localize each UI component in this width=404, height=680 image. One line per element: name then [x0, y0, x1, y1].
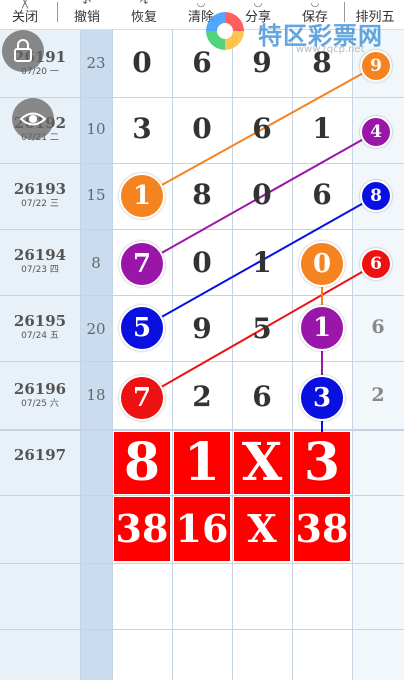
prediction-cell[interactable]: 8: [114, 432, 170, 494]
close-button[interactable]: ╳ 关闭: [2, 0, 48, 30]
digit: 1: [252, 246, 272, 279]
ball-red: 7: [119, 375, 165, 421]
prediction-cell[interactable]: 38: [294, 497, 350, 561]
visibility-button[interactable]: [12, 98, 54, 140]
digit: 0: [132, 46, 152, 79]
digit: 5: [252, 312, 272, 345]
lock-icon: [14, 39, 32, 62]
digit: 8: [192, 178, 212, 211]
ball-red: 6: [360, 248, 392, 280]
digit: 6: [312, 178, 332, 211]
ball-blue: 8: [360, 180, 392, 212]
digit: 3: [132, 112, 152, 145]
prediction-cell[interactable]: 38: [114, 497, 170, 561]
ball-purple: 4: [360, 116, 392, 148]
digit: 6: [252, 112, 272, 145]
ball-blue: 5: [119, 305, 165, 351]
ball-orange: 0: [299, 241, 345, 287]
ball-blue: 3: [299, 375, 345, 421]
prediction-cell[interactable]: 1: [174, 432, 230, 494]
eye-icon: [19, 112, 47, 126]
redo-button[interactable]: ↷ 恢复: [121, 0, 167, 30]
digit: 0: [252, 178, 272, 211]
site-logo-icon: [206, 12, 244, 50]
prediction-cell[interactable]: X: [234, 497, 290, 561]
undo-icon: ↶: [82, 0, 92, 9]
digit: 6: [252, 380, 272, 413]
ball-purple: 1: [299, 305, 345, 351]
digit: 9: [192, 312, 212, 345]
prediction-cell[interactable]: 16: [174, 497, 230, 561]
lock-button[interactable]: [2, 30, 44, 72]
digit: 1: [312, 112, 332, 145]
digit: 0: [192, 246, 212, 279]
trend-chart-grid: 2619107/20 一 2619207/21 二 2619307/22 三 2…: [0, 30, 404, 680]
prediction-cell[interactable]: X: [234, 432, 290, 494]
close-icon: ╳: [21, 0, 29, 9]
fifth-digit: 6: [371, 316, 385, 338]
fifth-digit: 2: [371, 384, 385, 406]
redo-icon: ↷: [139, 0, 149, 9]
digit: 2: [192, 380, 212, 413]
watermark-url: www.tqcp.net: [296, 44, 365, 55]
toolbar-divider: [57, 2, 58, 22]
prediction-cell[interactable]: 3: [294, 432, 350, 494]
ball-orange: 1: [119, 173, 165, 219]
site-watermark: 特区彩票网 www.tqcp.net: [200, 6, 400, 56]
digit: 0: [192, 112, 212, 145]
ball-purple: 7: [119, 241, 165, 287]
undo-button[interactable]: ↶ 撤销: [64, 0, 110, 30]
